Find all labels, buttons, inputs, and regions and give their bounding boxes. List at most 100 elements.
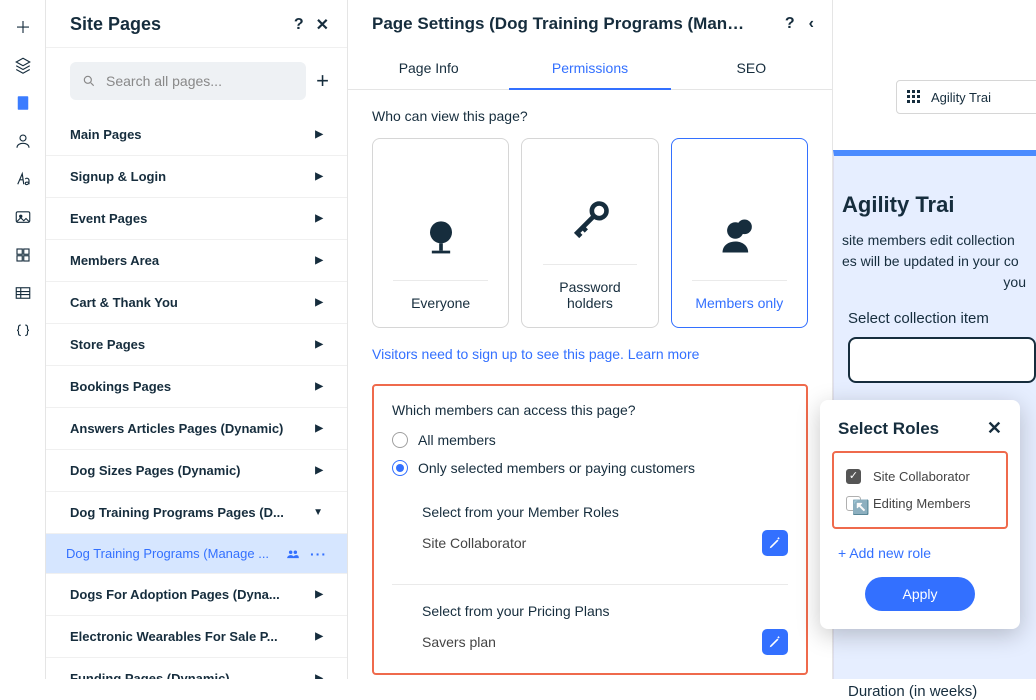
globe-icon bbox=[417, 212, 465, 260]
chevron-right-icon: ▶ bbox=[315, 213, 323, 224]
duration-label: Duration (in weeks) bbox=[842, 683, 1036, 700]
braces-icon[interactable] bbox=[14, 322, 32, 340]
category-signup-login[interactable]: Signup & Login ▶ bbox=[46, 156, 347, 198]
category-store-pages[interactable]: Store Pages ▶ bbox=[46, 324, 347, 366]
chevron-right-icon: ▶ bbox=[315, 129, 323, 140]
category-label: Signup & Login bbox=[70, 169, 166, 184]
image-icon[interactable] bbox=[14, 208, 32, 226]
chevron-right-icon: ▶ bbox=[315, 381, 323, 392]
dataset-label: Agility Trai bbox=[931, 90, 991, 105]
member-access-label: Which members can access this page? bbox=[392, 402, 788, 418]
table-icon[interactable] bbox=[14, 284, 32, 302]
preview-text: you bbox=[1003, 272, 1036, 293]
category-label: Bookings Pages bbox=[70, 379, 171, 394]
member-access-section: Which members can access this page? All … bbox=[372, 384, 808, 675]
edit-plans-button[interactable] bbox=[762, 629, 788, 655]
card-members-only[interactable]: Members only bbox=[671, 138, 808, 328]
card-everyone[interactable]: Everyone bbox=[372, 138, 509, 328]
category-electronic-wearables[interactable]: Electronic Wearables For Sale P... ▶ bbox=[46, 616, 347, 658]
preview-text: site members edit collection bbox=[842, 232, 1015, 248]
role-label: Site Collaborator bbox=[873, 469, 970, 484]
tab-permissions[interactable]: Permissions bbox=[509, 50, 670, 90]
site-pages-panel: Site Pages ? ✕ Search all pages... + Mai… bbox=[46, 0, 348, 679]
chevron-right-icon: ▶ bbox=[315, 171, 323, 182]
help-icon[interactable]: ? bbox=[785, 15, 795, 33]
category-cart-thank-you[interactable]: Cart & Thank You ▶ bbox=[46, 282, 347, 324]
type-icon[interactable] bbox=[14, 170, 32, 188]
category-label: Cart & Thank You bbox=[70, 295, 178, 310]
page-item-dog-training-programs-manage[interactable]: Dog Training Programs (Manage ... ··· bbox=[46, 534, 347, 574]
category-label: Funding Pages (Dynamic) bbox=[70, 671, 230, 679]
category-members-area[interactable]: Members Area ▶ bbox=[46, 240, 347, 282]
page-settings-panel: Page Settings (Dog Training Programs (Ma… bbox=[348, 0, 833, 679]
role-option-site-collaborator[interactable]: ✓ Site Collaborator bbox=[846, 463, 994, 490]
close-icon[interactable]: ✕ bbox=[316, 15, 329, 35]
collapse-icon[interactable]: ‹ bbox=[809, 15, 814, 33]
category-funding-pages[interactable]: Funding Pages (Dynamic) ▶ bbox=[46, 658, 347, 679]
checkbox-icon bbox=[846, 496, 861, 511]
category-dog-sizes[interactable]: Dog Sizes Pages (Dynamic)▶ bbox=[46, 450, 347, 492]
category-answers-articles[interactable]: Answers Articles Pages (Dynamic) ▶ bbox=[46, 408, 347, 450]
member-roles-value: Site Collaborator bbox=[422, 535, 526, 551]
add-page-button[interactable]: + bbox=[316, 70, 329, 92]
edit-roles-button[interactable] bbox=[762, 530, 788, 556]
chevron-right-icon: ▶ bbox=[315, 297, 323, 308]
search-placeholder: Search all pages... bbox=[106, 73, 222, 89]
radio-icon bbox=[392, 460, 408, 476]
preview-text: es will be updated in your co bbox=[842, 253, 1019, 269]
role-option-editing-members[interactable]: Editing Members bbox=[846, 490, 994, 517]
category-label: Main Pages bbox=[70, 127, 142, 142]
apply-button[interactable]: Apply bbox=[865, 577, 975, 611]
more-icon[interactable]: ··· bbox=[310, 546, 327, 562]
member-roles-header: Select from your Member Roles bbox=[392, 504, 788, 520]
tab-seo[interactable]: SEO bbox=[671, 50, 832, 89]
pricing-plans-value: Savers plan bbox=[422, 634, 496, 650]
category-label: Answers Articles Pages (Dynamic) bbox=[70, 421, 283, 436]
sidebar-title: Site Pages bbox=[70, 14, 161, 35]
chevron-right-icon: ▶ bbox=[315, 673, 323, 679]
page-icon[interactable] bbox=[14, 94, 32, 112]
signup-note-text: Visitors need to sign up to see this pag… bbox=[372, 346, 628, 362]
grid-icon bbox=[907, 90, 921, 104]
layers-icon[interactable] bbox=[14, 56, 32, 74]
person-icon[interactable] bbox=[14, 132, 32, 150]
category-label: Members Area bbox=[70, 253, 159, 268]
radio-all-members[interactable]: All members bbox=[392, 432, 788, 448]
card-password-holders[interactable]: Password holders bbox=[521, 138, 658, 328]
settings-tabs: Page Info Permissions SEO bbox=[348, 50, 832, 90]
key-icon bbox=[566, 196, 614, 244]
pages-tree: Main Pages ▶ Signup & Login ▶ Event Pages ▶… bbox=[46, 114, 347, 679]
category-label: Store Pages bbox=[70, 337, 145, 352]
members-icon bbox=[715, 212, 763, 260]
radio-selected-members[interactable]: Only selected members or paying customer… bbox=[392, 460, 788, 476]
signup-note: Visitors need to sign up to see this pag… bbox=[372, 346, 808, 362]
category-label: Electronic Wearables For Sale P... bbox=[70, 629, 278, 644]
chevron-right-icon: ▶ bbox=[315, 339, 323, 350]
page-item-label: Dog Training Programs (Manage ... bbox=[66, 546, 269, 561]
chevron-right-icon: ▶ bbox=[315, 255, 323, 266]
collection-item-input[interactable] bbox=[848, 337, 1036, 383]
add-icon[interactable] bbox=[14, 18, 32, 36]
category-main-pages[interactable]: Main Pages ▶ bbox=[46, 114, 347, 156]
radio-icon bbox=[392, 432, 408, 448]
chevron-down-icon: ▼ bbox=[313, 507, 323, 518]
search-input[interactable]: Search all pages... bbox=[70, 62, 306, 100]
help-icon[interactable]: ? bbox=[294, 16, 304, 34]
category-dog-training-programs[interactable]: Dog Training Programs Pages (D...▼ bbox=[46, 492, 347, 534]
category-dogs-for-adoption[interactable]: Dogs For Adoption Pages (Dyna...▶ bbox=[46, 574, 347, 616]
apps-icon[interactable] bbox=[14, 246, 32, 264]
category-bookings-pages[interactable]: Bookings Pages ▶ bbox=[46, 366, 347, 408]
add-new-role-link[interactable]: + Add new role bbox=[820, 541, 1020, 577]
chevron-right-icon: ▶ bbox=[315, 423, 323, 434]
radio-label: All members bbox=[418, 432, 496, 448]
members-icon bbox=[286, 549, 300, 559]
close-icon[interactable]: ✕ bbox=[987, 418, 1002, 439]
category-label: Event Pages bbox=[70, 211, 147, 226]
who-can-view-label: Who can view this page? bbox=[372, 108, 808, 124]
learn-more-link[interactable]: Learn more bbox=[628, 346, 700, 362]
dataset-selector[interactable]: Agility Trai bbox=[896, 80, 1036, 114]
category-event-pages[interactable]: Event Pages ▶ bbox=[46, 198, 347, 240]
select-roles-popover: Select Roles ✕ ✓ Site Collaborator Editi… bbox=[820, 400, 1020, 629]
tab-page-info[interactable]: Page Info bbox=[348, 50, 509, 89]
chevron-right-icon: ▶ bbox=[315, 631, 323, 642]
